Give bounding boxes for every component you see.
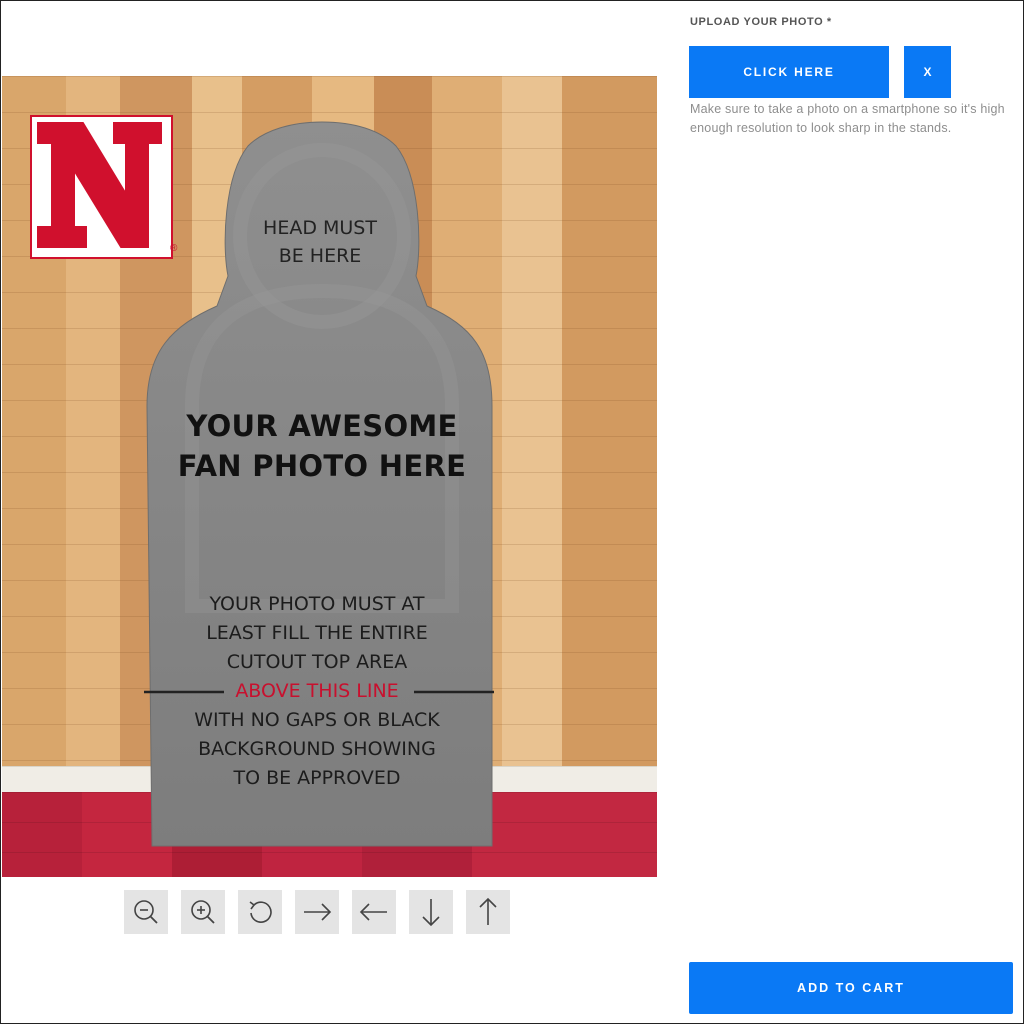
zoom-in-icon xyxy=(191,900,215,924)
requirements-line: LEAST FILL THE ENTIRE xyxy=(206,622,428,644)
arrow-left-icon xyxy=(359,903,387,921)
requirements-line: WITH NO GAPS OR BLACK xyxy=(194,709,440,731)
move-down-button[interactable] xyxy=(409,890,453,934)
arrow-right-icon xyxy=(304,903,332,921)
requirements-line: YOUR PHOTO MUST AT xyxy=(209,593,425,615)
head-guide-text: HEAD MUST BE HERE xyxy=(240,214,400,270)
zoom-in-button[interactable] xyxy=(181,890,225,934)
zoom-out-icon xyxy=(134,900,158,924)
upload-help-text: Make sure to take a photo on a smartphon… xyxy=(690,102,1005,135)
move-up-button[interactable] xyxy=(466,890,510,934)
remove-photo-button[interactable]: X xyxy=(904,46,951,98)
head-guide-line: BE HERE xyxy=(278,245,362,267)
move-left-button[interactable] xyxy=(352,890,396,934)
upload-photo-label: UPLOAD YOUR PHOTO * xyxy=(690,16,832,28)
rotate-button[interactable] xyxy=(238,890,282,934)
arrow-down-icon xyxy=(422,899,440,927)
rotate-icon xyxy=(249,901,272,923)
move-right-button[interactable] xyxy=(295,890,339,934)
above-this-line-label: ABOVE THIS LINE xyxy=(235,680,399,702)
zoom-out-button[interactable] xyxy=(124,890,168,934)
photo-preview: ® HEAD MUST BE HERE YOUR AWESOME FAN PHO… xyxy=(2,76,657,877)
requirements-line: TO BE APPROVED xyxy=(233,767,401,789)
headline-line: YOUR AWESOME xyxy=(186,409,458,443)
requirements-line: BACKGROUND SHOWING xyxy=(198,738,436,760)
add-to-cart-button[interactable]: ADD TO CART xyxy=(689,962,1013,1014)
upload-click-here-button[interactable]: CLICK HERE xyxy=(689,46,889,98)
head-guide-line: HEAD MUST xyxy=(263,217,377,239)
headline-line: FAN PHOTO HERE xyxy=(177,449,467,483)
arrow-up-icon xyxy=(479,897,497,925)
fan-photo-headline: YOUR AWESOME FAN PHOTO HERE xyxy=(152,406,492,486)
photo-requirements-text: YOUR PHOTO MUST AT LEAST FILL THE ENTIRE… xyxy=(142,590,492,793)
requirements-line: CUTOUT TOP AREA xyxy=(226,651,408,673)
